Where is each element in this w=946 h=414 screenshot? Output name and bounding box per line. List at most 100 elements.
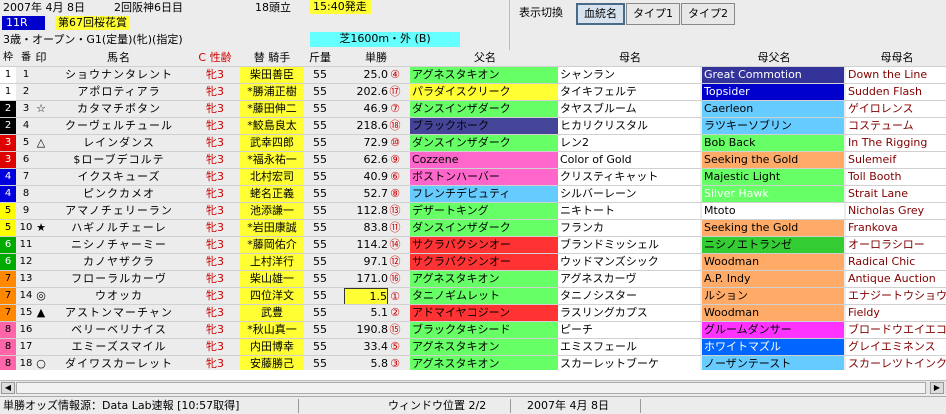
table-row[interactable]: 5 9 アマノチェリーラン 牝3 池添謙一 55 112.8 ⑬ デザートキング ニキトート Mto… <box>0 203 946 220</box>
jockey-name[interactable]: *藤岡佑介 <box>240 237 304 253</box>
carried-weight: 55 <box>313 323 327 336</box>
horse-name[interactable]: レインダンス <box>48 135 190 151</box>
prediction-mark[interactable] <box>34 186 48 202</box>
prediction-mark[interactable] <box>34 237 48 253</box>
jockey-name[interactable]: 北村宏司 <box>240 169 304 185</box>
table-row[interactable]: 4 8 ピンクカメオ 牝3 蛯名正義 55 52.7 ⑧ フレンチデピュティ シルバーレーン Sil… <box>0 186 946 203</box>
jockey-name[interactable]: 武豊 <box>240 305 304 321</box>
col-sire[interactable]: 父名 <box>410 50 558 66</box>
table-row[interactable]: 6 11 ニシノチャーミー 牝3 *藤岡佑介 55 114.2 ⑭ サクラバクシンオー ブランドミ… <box>0 237 946 254</box>
tab-type2[interactable]: タイプ2 <box>681 3 735 25</box>
jockey-name[interactable]: 柴山雄一 <box>240 271 304 287</box>
scroll-left-arrow-icon[interactable]: ◀ <box>1 382 15 394</box>
horse-number: 10 <box>19 222 33 233</box>
table-row[interactable]: 3 5 △ レインダンス 牝3 武幸四郎 55 72.9 ⑩ ダンスインザダーク レン2 Bob Ba… <box>0 135 946 152</box>
table-row[interactable]: 2 4 クーヴェルチュール 牝3 *鮫島良太 55 218.6 ⑱ ブラックホーク ヒカリクリスタ… <box>0 118 946 135</box>
prediction-mark[interactable]: △ <box>34 135 48 151</box>
jockey-name[interactable]: 内田博幸 <box>240 339 304 355</box>
col-jockey[interactable]: 替 騎手 <box>240 50 304 66</box>
table-row[interactable]: 4 7 イクスキューズ 牝3 北村宏司 55 40.9 ⑥ ボストンハーバー クリスティキャット M… <box>0 169 946 186</box>
prediction-mark[interactable]: ◎ <box>34 288 48 304</box>
prediction-mark[interactable] <box>34 203 48 219</box>
carried-weight: 55 <box>313 170 327 183</box>
table-row[interactable]: 3 6 $ローブデコルテ 牝3 *福永祐一 55 62.6 ⑨ Cozzene Color of … <box>0 152 946 169</box>
horse-name[interactable]: ウオッカ <box>48 288 190 304</box>
col-dam-dam[interactable]: 母母名 <box>846 50 946 66</box>
jockey-name[interactable]: *鮫島良太 <box>240 118 304 134</box>
prediction-mark[interactable] <box>34 271 48 287</box>
horse-name[interactable]: ショウナンタレント <box>48 67 190 83</box>
scroll-thumb[interactable] <box>16 382 926 394</box>
table-row[interactable]: 8 16 ベリーベリナイス 牝3 *秋山真一 55 190.8 ⑮ ブラックタキシード ピーチ グル… <box>0 322 946 339</box>
sire-name: アグネスタキオン <box>410 67 558 83</box>
col-horse-name[interactable]: 馬名 <box>48 50 190 66</box>
win-odds: 33.4 ⑤ <box>340 339 408 355</box>
prediction-mark[interactable] <box>34 67 48 83</box>
horse-name[interactable]: アマノチェリーラン <box>48 203 190 219</box>
prediction-mark[interactable] <box>34 339 48 355</box>
horse-name[interactable]: イクスキューズ <box>48 169 190 185</box>
prediction-mark[interactable] <box>34 84 48 100</box>
jockey-name[interactable]: *藤田伸二 <box>240 101 304 117</box>
col-broodmare-sire[interactable]: 母父名 <box>702 50 844 66</box>
jockey-name[interactable]: *勝浦正樹 <box>240 84 304 100</box>
horse-name[interactable]: フローラルカーヴ <box>48 271 190 287</box>
table-row[interactable]: 7 15 ▲ アストンマーチャン 牝3 武豊 55 5.1 ② アドマイヤコジーン ラスリングカプス… <box>0 305 946 322</box>
horse-name[interactable]: アストンマーチャン <box>48 305 190 321</box>
col-weight[interactable]: 斤量 <box>306 50 334 66</box>
table-row[interactable]: 1 1 ショウナンタレント 牝3 柴田善臣 55 25.0 ④ アグネスタキオン シャンラン Gre… <box>0 67 946 84</box>
jockey-name[interactable]: 池添謙一 <box>240 203 304 219</box>
prediction-mark[interactable] <box>34 118 48 134</box>
jockey-name[interactable]: 四位洋文 <box>240 288 304 304</box>
prediction-mark[interactable] <box>34 322 48 338</box>
jockey-name[interactable]: 柴田善臣 <box>240 67 304 83</box>
jockey-name[interactable]: 武幸四郎 <box>240 135 304 151</box>
jockey-name[interactable]: 上村洋行 <box>240 254 304 270</box>
jockey-name[interactable]: *岩田康誠 <box>240 220 304 236</box>
prediction-mark[interactable]: ☆ <box>34 101 48 117</box>
win-odds: 52.7 ⑧ <box>340 186 408 202</box>
horse-name[interactable]: クーヴェルチュール <box>48 118 190 134</box>
prediction-mark[interactable] <box>34 169 48 185</box>
col-sex-age[interactable]: C 性齢 <box>192 50 238 66</box>
horse-name[interactable]: $ローブデコルテ <box>48 152 190 168</box>
carried-weight: 55 <box>313 85 327 98</box>
col-number[interactable]: 番 <box>18 50 34 66</box>
horse-name[interactable]: ニシノチャーミー <box>48 237 190 253</box>
prediction-mark[interactable]: ▲ <box>34 305 48 321</box>
col-odds[interactable]: 単勝 <box>340 50 408 66</box>
horse-name[interactable]: ベリーベリナイス <box>48 322 190 338</box>
prediction-mark[interactable] <box>34 254 48 270</box>
jockey-name[interactable]: *福永祐一 <box>240 152 304 168</box>
carried-weight: 55 <box>313 204 327 217</box>
table-row[interactable]: 1 2 アポロティアラ 牝3 *勝浦正樹 55 202.6 ⑰ パラダイスクリーク タイキフェルテ… <box>0 84 946 101</box>
broodmare-sire-name: ニシノエトランゼ <box>702 237 844 253</box>
col-frame[interactable]: 枠 <box>0 50 16 66</box>
horse-name[interactable]: アポロティアラ <box>48 84 190 100</box>
col-mark[interactable]: 印 <box>34 50 48 66</box>
horse-number: 8 <box>22 188 30 199</box>
prediction-mark[interactable]: ★ <box>34 220 48 236</box>
prediction-mark[interactable] <box>34 152 48 168</box>
jockey-name[interactable]: 蛯名正義 <box>240 186 304 202</box>
tab-pedigree-name[interactable]: 血統名 <box>576 3 625 25</box>
horse-name[interactable]: カノヤザクラ <box>48 254 190 270</box>
jockey-name[interactable]: *秋山真一 <box>240 322 304 338</box>
table-row[interactable]: 5 10 ★ ハギノルチェーレ 牝3 *岩田康誠 55 83.8 ⑪ ダンスインザダーク フランカ S… <box>0 220 946 237</box>
table-row[interactable]: 2 3 ☆ カタマチボタン 牝3 *藤田伸二 55 46.9 ⑦ ダンスインザダーク タヤスブルーム… <box>0 101 946 118</box>
horse-number: 4 <box>22 120 30 131</box>
horse-name[interactable]: ピンクカメオ <box>48 186 190 202</box>
horizontal-scrollbar[interactable]: ◀ ▶ <box>0 380 946 394</box>
tab-type1[interactable]: タイプ1 <box>626 3 680 25</box>
scroll-right-arrow-icon[interactable]: ▶ <box>930 382 944 394</box>
table-row[interactable]: 7 13 フローラルカーヴ 牝3 柴山雄一 55 171.0 ⑯ アグネスタキオン アグネスカーヴ… <box>0 271 946 288</box>
table-row[interactable]: 6 12 カノヤザクラ 牝3 上村洋行 55 97.1 ⑫ サクラバクシンオー ウッドマンズシック… <box>0 254 946 271</box>
sex-age: 牝3 <box>206 272 224 285</box>
table-row[interactable]: 7 14 ◎ ウオッカ 牝3 四位洋文 55 1.5 ① タニノギムレット タニノシスター ルションエ… <box>0 288 946 305</box>
horse-name[interactable]: エミーズスマイル <box>48 339 190 355</box>
table-row[interactable]: 8 17 エミーズスマイル 牝3 内田博幸 55 33.4 ⑤ アグネスタキオン エミスフェールホ… <box>0 339 946 356</box>
horse-name[interactable]: ハギノルチェーレ <box>48 220 190 236</box>
col-dam[interactable]: 母名 <box>558 50 700 66</box>
dam-dam-name: Antique Auction <box>846 271 946 287</box>
horse-name[interactable]: カタマチボタン <box>48 101 190 117</box>
